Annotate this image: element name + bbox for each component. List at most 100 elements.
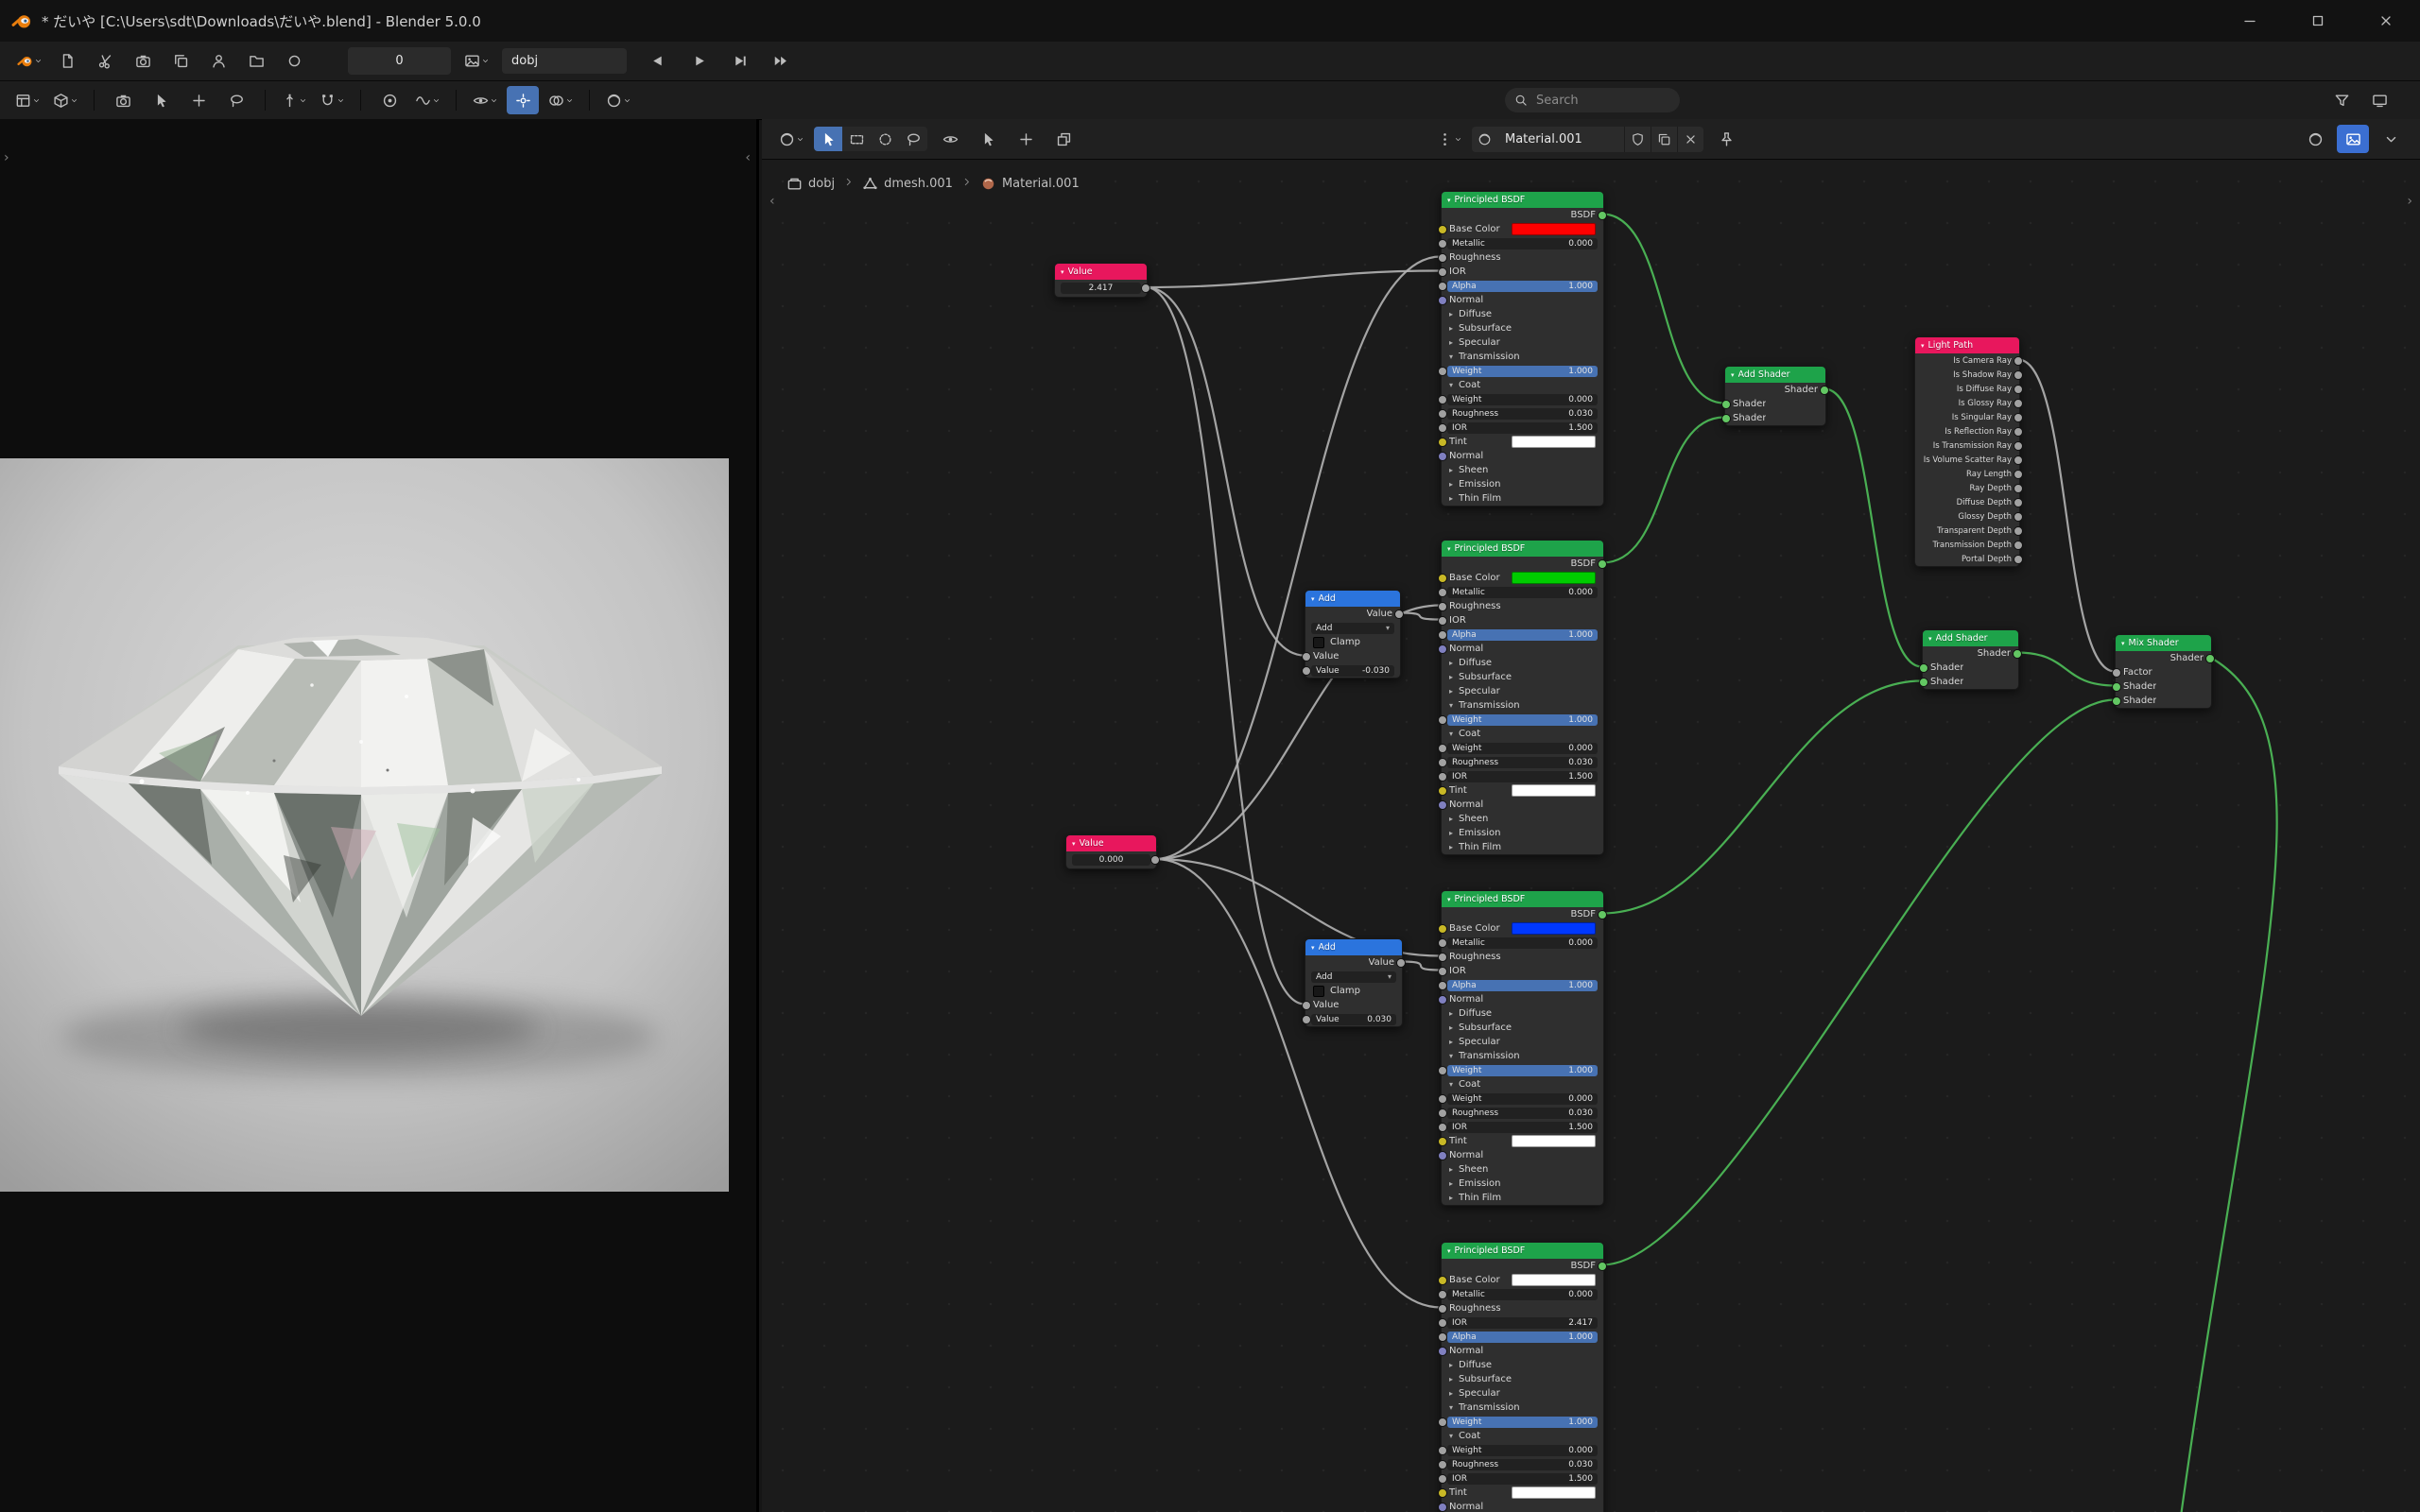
lasso-button[interactable]: [899, 127, 927, 151]
node-row-diffuse[interactable]: ▸Diffuse: [1442, 307, 1603, 321]
frame-field[interactable]: [348, 47, 451, 75]
image-button[interactable]: [2337, 125, 2369, 153]
collapse-icon[interactable]: ▾: [1447, 197, 1451, 204]
node-addsh2[interactable]: ▾Add ShaderShaderShaderShader: [1922, 629, 2019, 690]
node-row-alpha[interactable]: Alpha1.000: [1442, 1330, 1603, 1344]
output-socket[interactable]: [2014, 370, 2023, 380]
node-bsdf3[interactable]: ▾Principled BSDFBSDFBase ColorMetallic0.…: [1441, 890, 1604, 1206]
node-row-specular[interactable]: ▸Specular: [1442, 1035, 1603, 1049]
input-socket[interactable]: [1438, 995, 1447, 1005]
input-socket[interactable]: [1438, 938, 1447, 948]
node-row-clamp[interactable]: Clamp: [1305, 984, 1402, 998]
color-swatch[interactable]: [1512, 223, 1596, 235]
monitor-button[interactable]: [2363, 86, 2395, 114]
browse-material-button[interactable]: [1472, 127, 1497, 152]
unlink-material-button[interactable]: [1677, 127, 1703, 152]
input-socket[interactable]: [1438, 267, 1447, 277]
output-socket[interactable]: [2205, 654, 2215, 663]
node-row-ior[interactable]: IOR1.500: [1442, 1120, 1603, 1134]
node-row-specular[interactable]: ▸Specular: [1442, 684, 1603, 698]
node-wire[interactable]: [2174, 658, 2277, 1512]
collapse-icon[interactable]: ▾: [1921, 342, 1925, 350]
node-row-add[interactable]: Add▾: [1305, 970, 1402, 984]
input-socket[interactable]: [1438, 1460, 1447, 1469]
color-swatch[interactable]: [1512, 922, 1596, 935]
cursor-button[interactable]: [145, 86, 177, 114]
minimize-button[interactable]: [2216, 0, 2284, 42]
node-row-base-color[interactable]: Base Color: [1442, 222, 1603, 236]
output-socket[interactable]: [2014, 455, 2023, 465]
input-socket[interactable]: [1438, 1123, 1447, 1132]
color-swatch[interactable]: [1512, 784, 1596, 797]
node-row-subsurface[interactable]: ▸Subsurface: [1442, 321, 1603, 335]
node-row-weight[interactable]: Weight0.000: [1442, 392, 1603, 406]
input-socket[interactable]: [1438, 1137, 1447, 1146]
axes-button[interactable]: [278, 86, 310, 114]
color-swatch[interactable]: [1512, 1274, 1596, 1286]
input-socket[interactable]: [1438, 630, 1447, 640]
node-row-specular[interactable]: ▸Specular: [1442, 335, 1603, 350]
node-row-weight[interactable]: Weight1.000: [1442, 1415, 1603, 1429]
input-socket[interactable]: [1438, 1066, 1447, 1075]
input-socket[interactable]: [1302, 666, 1311, 676]
shading-ball-button[interactable]: [602, 86, 634, 114]
input-socket[interactable]: [1438, 1503, 1447, 1512]
node-row-roughness[interactable]: Roughness0.030: [1442, 755, 1603, 769]
input-socket[interactable]: [2112, 682, 2121, 692]
node-row-tint[interactable]: Tint: [1442, 435, 1603, 449]
photo-cam-button[interactable]: [107, 86, 139, 114]
input-socket[interactable]: [1438, 1108, 1447, 1118]
folder-button[interactable]: [240, 47, 272, 76]
node-row-diffuse[interactable]: ▸Diffuse: [1442, 656, 1603, 670]
grid-editor-button[interactable]: [11, 86, 43, 114]
node-wire[interactable]: [2017, 653, 2115, 686]
node-header[interactable]: ▾Mix Shader: [2116, 635, 2211, 651]
collapse-icon[interactable]: ▾: [2121, 640, 2125, 647]
node-row-alpha[interactable]: Alpha1.000: [1442, 627, 1603, 642]
play-button[interactable]: [683, 47, 715, 76]
plus-button[interactable]: [1010, 125, 1042, 153]
input-socket[interactable]: [2112, 668, 2121, 678]
node-wire[interactable]: [1602, 215, 1724, 404]
file-button[interactable]: [51, 47, 83, 76]
node-row-base-color[interactable]: Base Color: [1442, 921, 1603, 936]
input-socket[interactable]: [1919, 678, 1928, 687]
input-socket[interactable]: [1302, 652, 1311, 662]
input-socket[interactable]: [1438, 800, 1447, 810]
node-row-metallic[interactable]: Metallic0.000: [1442, 585, 1603, 599]
node-header[interactable]: ▾Principled BSDF: [1442, 541, 1603, 557]
node-row-metallic[interactable]: Metallic0.000: [1442, 236, 1603, 250]
color-swatch[interactable]: [1512, 572, 1596, 584]
node-row-specular[interactable]: ▸Specular: [1442, 1386, 1603, 1400]
object-name-field[interactable]: [502, 48, 627, 74]
input-socket[interactable]: [1438, 953, 1447, 962]
node-wire[interactable]: [1824, 389, 1922, 667]
node-header[interactable]: ▾Add Shader: [1923, 630, 2018, 646]
dots-v-button[interactable]: [1433, 125, 1465, 153]
node-mix[interactable]: ▾Mix ShaderShaderFactorShaderShader: [2115, 634, 2212, 709]
input-socket[interactable]: [1438, 409, 1447, 419]
input-socket[interactable]: [1438, 924, 1447, 934]
input-socket[interactable]: [1438, 1446, 1447, 1455]
shader-node-editor[interactable]: ▾Value2.417▾Value0.000▾AddValueAdd▾Clamp…: [762, 119, 2420, 1512]
node-row-transmission[interactable]: ▾Transmission: [1442, 350, 1603, 364]
checkbox[interactable]: [1313, 986, 1324, 997]
play-rev-button[interactable]: [642, 47, 674, 76]
node-row-ior[interactable]: IOR2.417: [1442, 1315, 1603, 1330]
node-row-0-000[interactable]: 0.000: [1066, 851, 1156, 868]
node-row-clamp[interactable]: Clamp: [1305, 635, 1400, 649]
output-socket[interactable]: [1396, 958, 1406, 968]
node-row-subsurface[interactable]: ▸Subsurface: [1442, 1021, 1603, 1035]
collapse-icon[interactable]: ▾: [1447, 1247, 1451, 1255]
node-add2[interactable]: ▾AddValueAdd▾ClampValueValue0.030: [1305, 938, 1403, 1027]
input-socket[interactable]: [1438, 1332, 1447, 1342]
output-socket[interactable]: [2014, 498, 2023, 507]
node-row-thin-film[interactable]: ▸Thin Film: [1442, 1191, 1603, 1205]
node-row-sheen[interactable]: ▸Sheen: [1442, 812, 1603, 826]
output-socket[interactable]: [1141, 284, 1150, 293]
output-socket[interactable]: [2014, 526, 2023, 536]
input-socket[interactable]: [1721, 400, 1731, 409]
panel-collapse-icon[interactable]: ‹: [745, 151, 751, 164]
output-socket[interactable]: [2014, 413, 2023, 422]
node-header[interactable]: ▾Light Path: [1915, 337, 2019, 353]
